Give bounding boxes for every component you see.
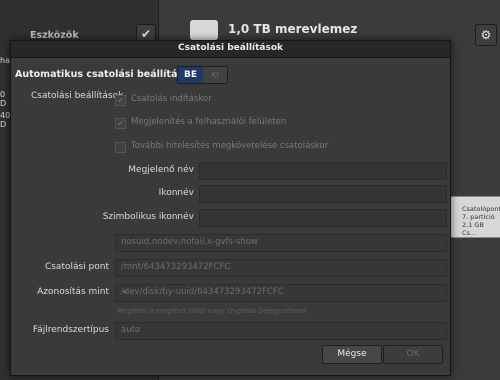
startup-mount-label: Csatolás indításkor (131, 94, 212, 104)
icon-name-label: Ikonnév (158, 188, 194, 198)
mount-options-dialog: Csatolási beállítások Automatikus csatol… (10, 40, 451, 376)
switch-on-label: BE (178, 67, 203, 83)
require-auth-checkbox[interactable] (115, 142, 126, 153)
disk-icon (190, 20, 218, 40)
mount-options-field[interactable]: nosuid,nodev,nofail,x-gvfs-show (115, 234, 447, 252)
partition-label: Csatolópont (462, 205, 500, 213)
mount-settings-label: Csatolási beállítások (31, 91, 124, 101)
automatic-mount-switch[interactable]: BE KI (177, 66, 228, 84)
switch-off-label: KI (203, 67, 227, 83)
display-name-label: Megjelenő név (128, 165, 194, 175)
sidebar-text-fragment: D (0, 99, 7, 108)
check-icon: ✔ (117, 119, 124, 128)
symbolic-icon-field[interactable] (199, 209, 447, 227)
gear-icon[interactable]: ⚙ (475, 24, 497, 46)
sidebar-text-fragment: 0 (0, 90, 6, 99)
automatic-mount-label: Automatikus csatolási beállítások (15, 69, 196, 80)
show-in-ui-label: Megjelenítés a felhasználói felületen (131, 117, 287, 127)
symbolic-icon-label: Szimbolikus ikonnév (102, 212, 194, 222)
mount-point-field[interactable]: /mnt/643473293472FCFC (115, 259, 447, 277)
identify-as-label: Azonosítás mint (37, 287, 109, 297)
filesystem-type-label: Fájlrendszertípus (32, 325, 109, 335)
require-auth-label: További hitelesítés megkövetelése csatol… (131, 141, 329, 151)
display-name-field[interactable] (199, 162, 447, 180)
mount-point-value: /mnt/643473293472FCFC (121, 262, 231, 272)
startup-mount-checkbox[interactable]: ✔ (115, 95, 126, 106)
ok-button[interactable]: OK (383, 345, 443, 364)
show-in-ui-checkbox[interactable]: ✔ (115, 118, 126, 129)
sidebar-text-fragment: 40 (0, 111, 11, 120)
fstab-hint: Megfelel a meglévő fstab vagy crypttab b… (117, 307, 307, 315)
dialog-titlebar[interactable]: Csatolási beállítások (11, 41, 450, 58)
partition-label: 2,1 GB Cs... (462, 221, 484, 237)
cancel-button[interactable]: Mégse (322, 345, 382, 364)
sidebar-text-fragment: D (0, 120, 7, 129)
filesystem-type-field[interactable]: auto (115, 322, 447, 340)
partition-label: 7. partíció (462, 213, 495, 221)
disk-title: 1,0 TB merevlemez (228, 22, 358, 36)
icon-name-field[interactable] (199, 185, 447, 203)
identify-as-combo[interactable]: /dev/disk/by-uuid/643473293472FCFC ⌄ (115, 284, 447, 302)
filesystem-type-value: auto (121, 325, 141, 335)
check-icon: ✔ (117, 96, 124, 105)
dialog-title: Csatolási beállítások (177, 43, 284, 53)
chevron-down-icon: ⌄ (121, 286, 129, 296)
mount-options-value: nosuid,nodev,nofail,x-gvfs-show (121, 237, 259, 247)
mount-point-label: Csatolási pont (44, 262, 109, 272)
sidebar-text-fragment: ha (0, 56, 10, 65)
